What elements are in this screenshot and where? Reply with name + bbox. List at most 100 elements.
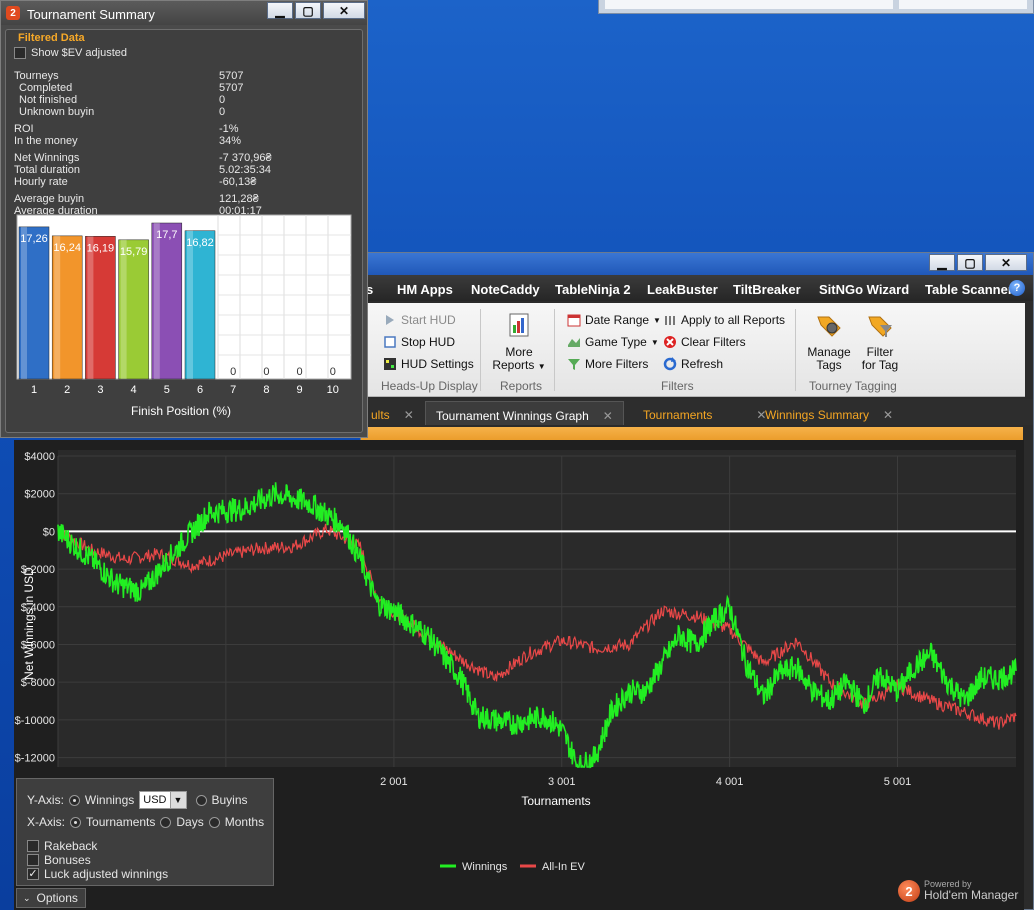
stat-label: ROI: [14, 123, 34, 135]
tournaments-label: Tournaments: [86, 815, 156, 829]
finish-bar-label: 16,82: [186, 237, 214, 249]
menu-item-notecaddy[interactable]: NoteCaddy: [471, 282, 540, 297]
finish-bar-highlight: [87, 236, 94, 379]
apply-all-icon: [665, 316, 675, 325]
close-icon[interactable]: ✕: [404, 408, 414, 422]
date-range-button[interactable]: Date Range ▼: [567, 313, 661, 327]
currency-select[interactable]: USD ▼: [139, 791, 187, 809]
stat-label: Completed: [19, 82, 73, 94]
chevron-down-icon: ▼: [537, 362, 546, 371]
game-type-button[interactable]: Game Type ▼: [567, 335, 659, 349]
finish-bar-label: 0: [330, 366, 336, 378]
background-window-pane: [605, 0, 893, 9]
apply-all-reports-button[interactable]: Apply to all Reports: [663, 313, 785, 327]
tab-label: Winnings Summary: [765, 408, 870, 422]
finish-tick-label: 9: [297, 384, 303, 396]
buyins-radio[interactable]: [195, 794, 207, 806]
finish-bar-highlight: [54, 235, 61, 379]
tab-label: Tournament Winnings Graph: [436, 409, 589, 423]
menu-item-hm-apps[interactable]: HM Apps: [397, 282, 453, 297]
start-hud-label: Start HUD: [401, 313, 456, 327]
finish-tick-label: 8: [263, 384, 269, 396]
background-window: [598, 0, 1034, 14]
start-hud-button[interactable]: Start HUD: [383, 313, 456, 327]
y-tick-label: $-12000: [15, 753, 55, 765]
finish-tick-label: 3: [97, 384, 103, 396]
y-axis-label: Y-Axis:: [27, 793, 64, 807]
show-ev-checkbox[interactable]: [14, 47, 26, 59]
menu-item-tableninja[interactable]: TableNinja 2: [555, 282, 631, 297]
winnings-radio[interactable]: [68, 794, 80, 806]
manage-tags-button[interactable]: Manage Tags: [803, 311, 855, 372]
y-axis-label: Net Winnings in USD: [22, 567, 36, 680]
days-radio[interactable]: [160, 816, 172, 828]
x-axis-label: X-Axis:: [27, 815, 66, 829]
summary-title: Tournament Summary: [27, 7, 155, 22]
finish-tick-label: 7: [230, 384, 236, 396]
menu-item-tiltbreaker[interactable]: TiltBreaker: [733, 282, 801, 297]
stat-label: In the money: [14, 135, 78, 147]
refresh-label: Refresh: [681, 357, 724, 371]
close-icon[interactable]: ✕: [603, 409, 613, 423]
tab-strip: ults ✕ Tournament Winnings Graph ✕ Tournam…: [361, 399, 1033, 425]
luck-adjusted-checkbox[interactable]: ✓: [27, 868, 39, 880]
close-icon[interactable]: ✕: [985, 254, 1027, 271]
clear-icon: [664, 336, 676, 348]
tag-filter-icon: [868, 316, 892, 337]
stat-value: 5707: [219, 70, 244, 82]
menu-item-sitngo-wizard[interactable]: SitNGo Wizard: [819, 282, 909, 297]
tournament-summary-window: 2 Tournament Summary ▁ ▢ ✕ Filtered Data…: [0, 0, 368, 438]
days-label: Days: [176, 815, 204, 829]
play-icon: [386, 315, 394, 325]
legend-label-winnings: Winnings: [462, 861, 508, 873]
menu-item-leakbuster[interactable]: LeakBuster: [647, 282, 718, 297]
more-filters-label: More Filters: [585, 357, 649, 371]
finish-bar-label: 16,19: [87, 242, 115, 254]
tab-label: Tournaments: [643, 408, 713, 422]
x-tick-label: 2 001: [380, 776, 408, 788]
tab-results[interactable]: ults ✕: [361, 401, 424, 425]
menu-item-table-scanner[interactable]: Table Scanner: [925, 282, 1013, 297]
help-icon[interactable]: ?: [1009, 280, 1025, 296]
maximize-icon[interactable]: ▢: [295, 2, 321, 19]
finish-bar-highlight: [21, 226, 27, 379]
ribbon-separator: [795, 309, 796, 391]
stop-hud-button[interactable]: Stop HUD: [383, 335, 455, 349]
tab-tournament-winnings-graph[interactable]: Tournament Winnings Graph ✕: [425, 401, 624, 425]
close-icon[interactable]: ✕: [883, 408, 893, 422]
currency-value: USD: [143, 794, 167, 806]
main-titlebar: ▁ ▢ ✕: [361, 253, 1033, 275]
finish-bar-label: 16,24: [53, 242, 81, 254]
finish-bar-label: 0: [297, 366, 303, 378]
months-label: Months: [224, 815, 265, 829]
tab-winnings-summary[interactable]: Winnings Summary ✕: [755, 401, 903, 425]
bonuses-checkbox[interactable]: [27, 854, 39, 866]
more-filters-button[interactable]: More Filters: [567, 357, 648, 371]
stat-value: 0: [219, 94, 226, 106]
stat-label: Tourneys: [14, 70, 59, 82]
minimize-icon[interactable]: ▁: [267, 2, 293, 19]
powered-by: 2 Powered by Hold'em Manager: [898, 880, 1018, 902]
hud-settings-button[interactable]: HUD Settings: [383, 357, 474, 371]
minimize-icon[interactable]: ▁: [929, 254, 955, 271]
options-toggle-button[interactable]: ⌄ Options: [16, 888, 86, 908]
maximize-icon[interactable]: ▢: [957, 254, 983, 271]
filter-for-tag-button[interactable]: Filter for Tag: [855, 311, 905, 372]
hud-settings-icon: [384, 358, 396, 370]
stat-label: Not finished: [19, 94, 78, 106]
finish-tick-label: 5: [164, 384, 170, 396]
stop-hud-label: Stop HUD: [401, 335, 456, 349]
close-icon[interactable]: ✕: [323, 2, 365, 19]
tournaments-radio[interactable]: [70, 816, 82, 828]
refresh-button[interactable]: Refresh: [663, 357, 723, 371]
finish-bar-label: 0: [230, 366, 236, 378]
finish-bar-label: 17,7: [156, 229, 177, 241]
months-radio[interactable]: [208, 816, 220, 828]
more-reports-line2: Reports: [492, 358, 535, 372]
rakeback-checkbox[interactable]: [27, 840, 39, 852]
calendar-icon: [567, 314, 581, 327]
clear-filters-button[interactable]: Clear Filters: [663, 335, 746, 349]
more-reports-button[interactable]: More Reports ▼: [491, 311, 547, 373]
chevron-down-icon[interactable]: ▼: [169, 792, 186, 808]
stat-value: 0: [219, 106, 226, 118]
